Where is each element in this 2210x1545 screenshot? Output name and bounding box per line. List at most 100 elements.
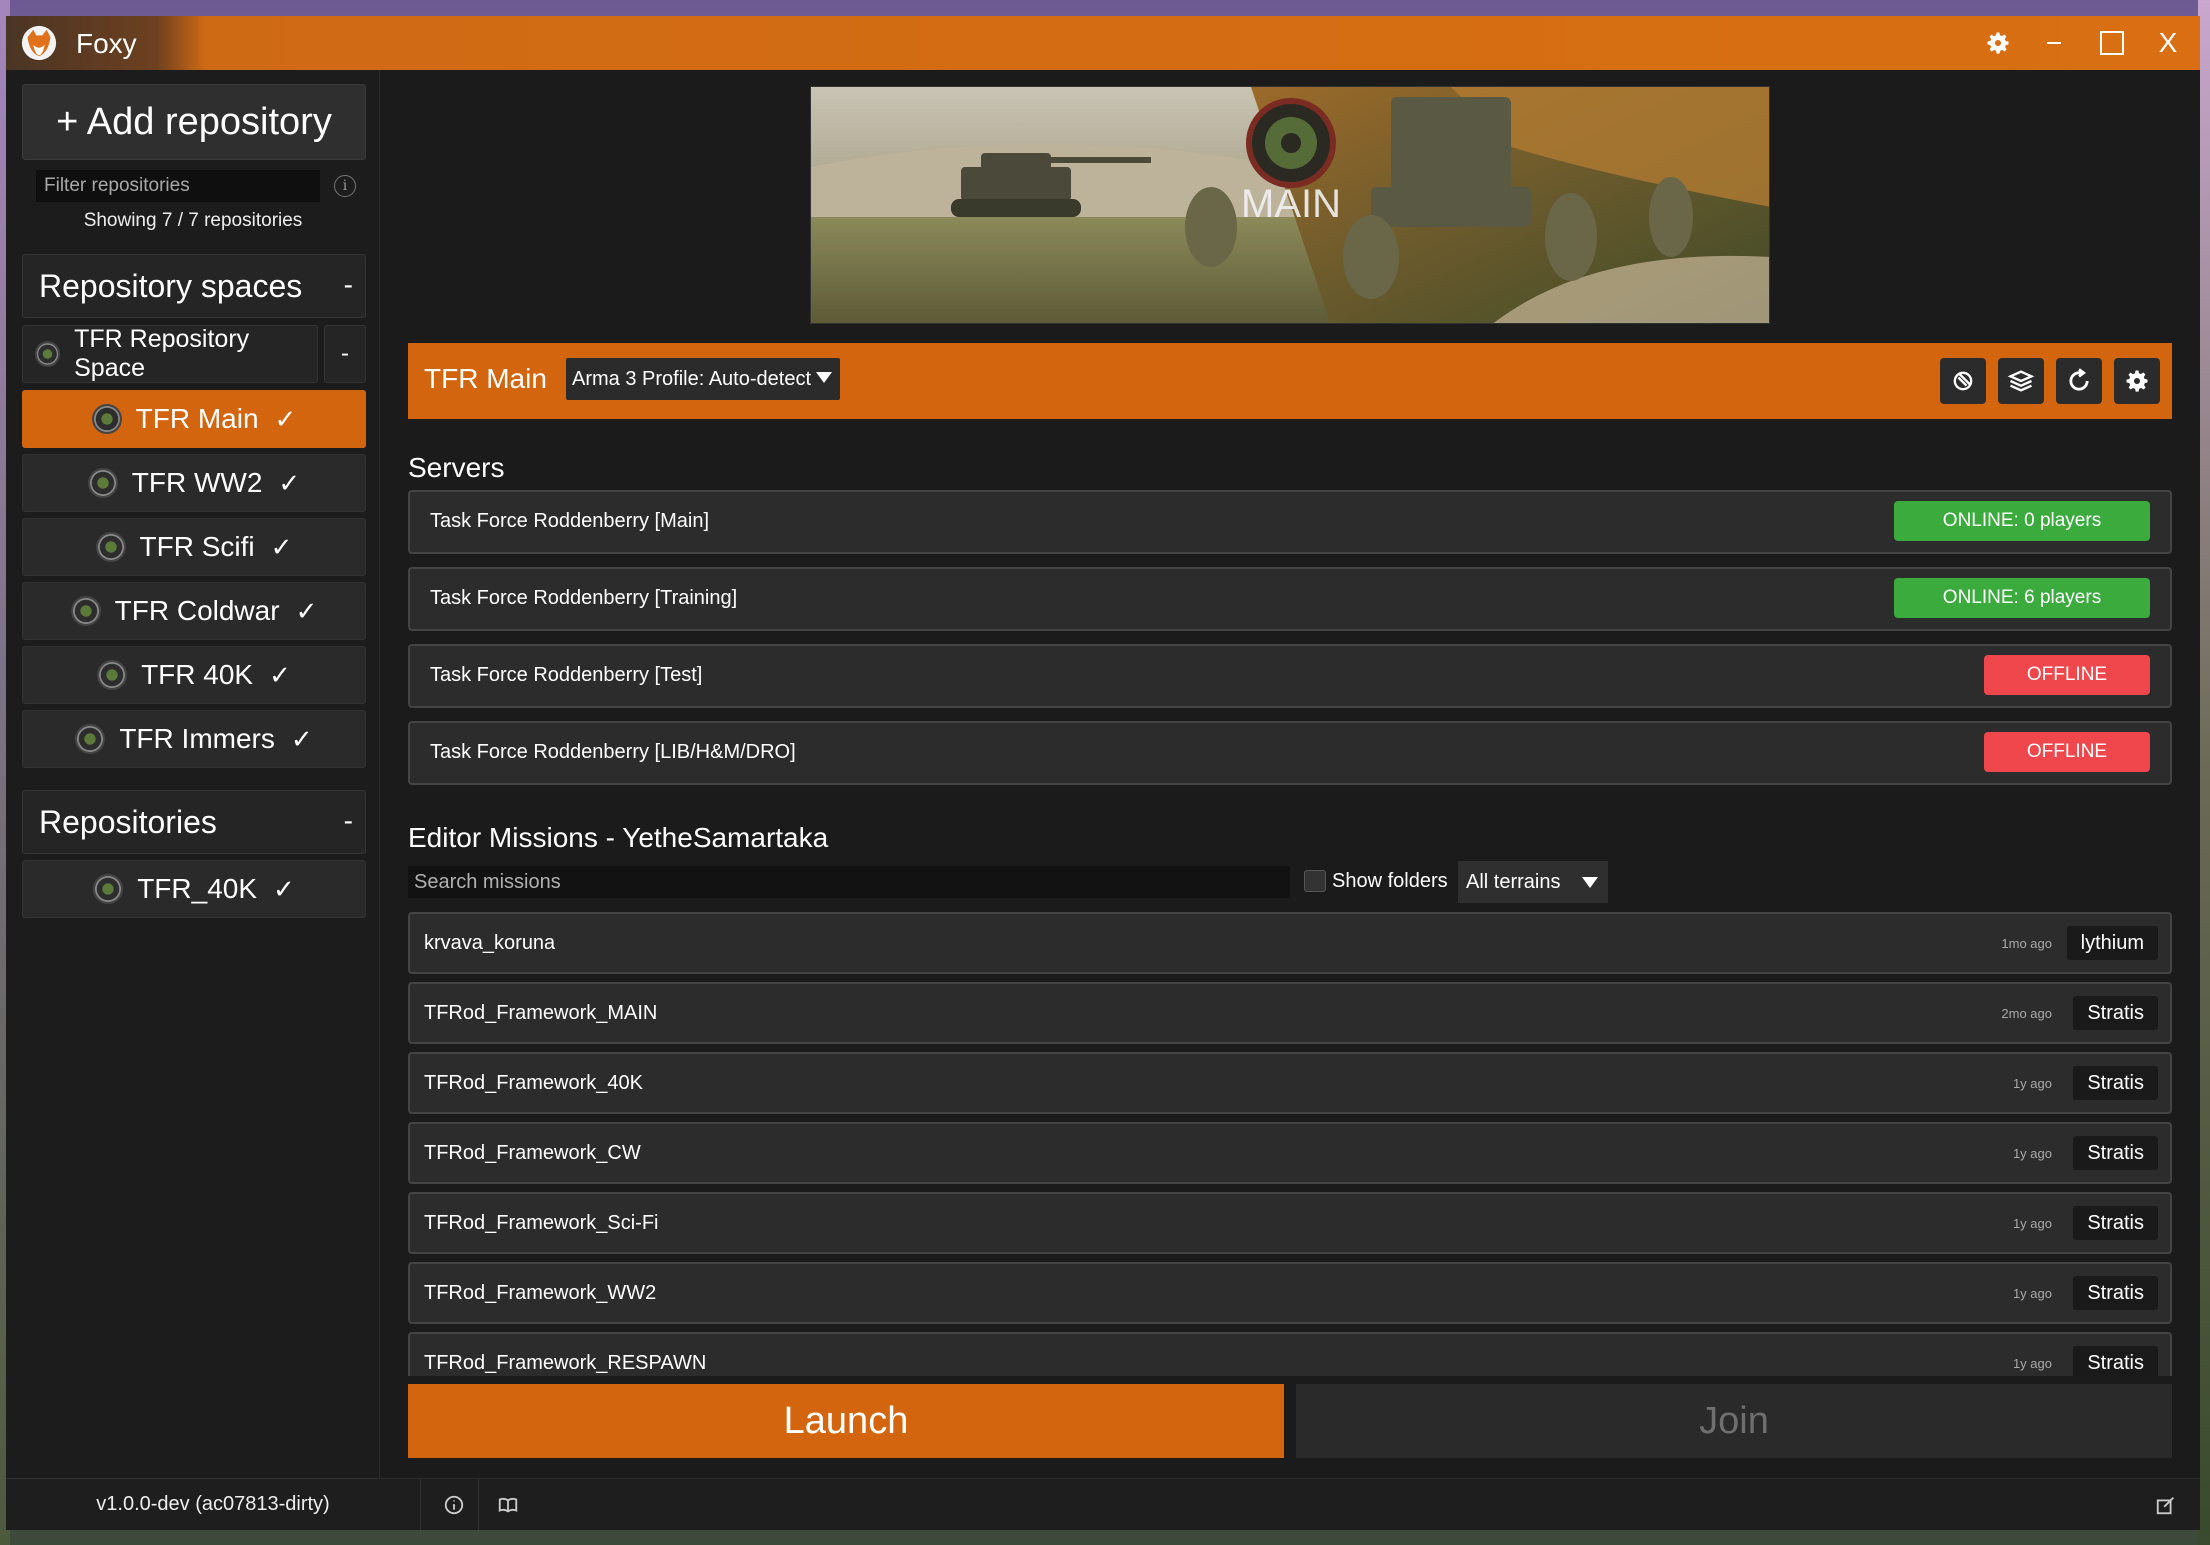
settings-gear-button[interactable] [1976, 22, 2020, 64]
repository-spaces-label: Repository spaces [39, 267, 303, 304]
repository-layers-button[interactable] [1998, 358, 2044, 404]
sidebar-item-tfr-40k-repo[interactable]: TFR_40K ✓ [22, 860, 366, 918]
server-row[interactable]: Task Force Roddenberry [LIB/H&M/DRO] OFF… [408, 721, 2172, 785]
tfr-badge-icon [70, 596, 101, 626]
check-icon: ✓ [270, 531, 293, 562]
minimize-button[interactable] [2032, 22, 2076, 64]
server-name: Task Force Roddenberry [Training] [430, 587, 738, 609]
gear-icon [2126, 370, 2148, 392]
mission-age: 1y ago [2012, 1286, 2052, 1301]
sidebar-item-tfr-coldwar[interactable]: TFR Coldwar ✓ [22, 582, 366, 640]
repositories-header[interactable]: Repositories - [22, 790, 366, 854]
search-missions-input[interactable] [408, 866, 1290, 898]
sidebar-item-tfr-main[interactable]: TFR Main ✓ [22, 390, 366, 448]
mission-name: TFRod_Framework_WW2 [424, 1282, 657, 1304]
check-icon: ✓ [269, 659, 291, 690]
terrain-badge: Stratis [2073, 1136, 2158, 1170]
server-row[interactable]: Task Force Roddenberry [Training] ONLINE… [408, 567, 2172, 631]
repository-count: Showing 7 / 7 repositories [83, 210, 303, 231]
repository-spaces-header[interactable]: Repository spaces - [22, 254, 366, 318]
maximize-button[interactable] [2090, 22, 2134, 64]
sidebar-item-tfr-immers[interactable]: TFR Immers ✓ [22, 710, 366, 768]
about-button[interactable] [442, 1493, 466, 1517]
show-folders-checkbox[interactable] [1304, 870, 1326, 892]
check-icon: ✓ [274, 403, 297, 434]
edit-icon [2156, 1497, 2174, 1515]
repository-space-label: TFR Repository Space [74, 325, 250, 382]
maximize-icon [2100, 31, 2124, 55]
refresh-button[interactable] [2056, 358, 2102, 404]
title-bar[interactable]: Foxy X [6, 16, 2200, 70]
terrain-badge: Stratis [2073, 1276, 2158, 1310]
footer-divider [478, 1479, 479, 1530]
mission-row[interactable]: TFRod_Framework_CW 1y ago Stratis [408, 1122, 2172, 1184]
edit-notes-button[interactable] [2154, 1493, 2178, 1517]
tfr-badge-icon [93, 874, 124, 904]
repository-space-item[interactable]: TFR Repository Space [22, 325, 318, 383]
servers-heading: Servers [408, 452, 505, 483]
mod-check-button[interactable] [1940, 358, 1986, 404]
tfr-badge-icon [97, 660, 128, 690]
mission-age: 1y ago [2012, 1076, 2052, 1091]
mission-name: TFRod_Framework_CW [424, 1142, 641, 1164]
join-button[interactable]: Join [1296, 1384, 2172, 1458]
sidebar: + Add repository i Showing 7 / 7 reposit… [6, 70, 380, 1478]
terrain-filter-select[interactable]: All terrains [1458, 861, 1608, 903]
server-status-badge: ONLINE: 6 players [1894, 578, 2150, 618]
collapse-repositories-button[interactable]: - [344, 805, 353, 837]
sidebar-item-tfr-40k[interactable]: TFR 40K ✓ [22, 646, 366, 704]
server-name: Task Force Roddenberry [Main] [430, 510, 710, 532]
repository-settings-button[interactable] [2114, 358, 2160, 404]
mission-row[interactable]: TFRod_Framework_MAIN 2mo ago Stratis [408, 982, 2172, 1044]
info-icon [444, 1495, 464, 1515]
check-icon: ✓ [290, 723, 313, 754]
server-row[interactable]: Task Force Roddenberry [Test] OFFLINE [408, 644, 2172, 708]
missions-list[interactable]: krvava_koruna 1mo ago lythium TFRod_Fram… [408, 912, 2172, 1376]
mission-age: 1y ago [2012, 1356, 2052, 1371]
footer-divider [420, 1479, 421, 1530]
repo-label: TFR_40K [137, 873, 258, 904]
mission-row[interactable]: TFRod_Framework_RESPAWN 1y ago Stratis [408, 1332, 2172, 1376]
mission-row[interactable]: krvava_koruna 1mo ago lythium [408, 912, 2172, 974]
check-icon: ✓ [295, 595, 318, 626]
mission-name: TFRod_Framework_40K [424, 1072, 643, 1094]
info-icon[interactable]: i [334, 175, 356, 197]
mission-age: 2mo ago [2001, 1006, 2052, 1021]
app-window: Foxy X + Add repository i Showing 7 / 7 … [6, 16, 2200, 1530]
fox-logo-icon [21, 25, 57, 61]
mission-row[interactable]: TFRod_Framework_Sci-Fi 1y ago Stratis [408, 1192, 2172, 1254]
dropdown-arrow-icon [1582, 877, 1598, 888]
version-label: v1.0.0-dev (ac07813-dirty) [96, 1493, 330, 1515]
missions-heading: Editor Missions - YetheSamartaka [408, 822, 829, 853]
layers-icon [2007, 370, 2035, 392]
server-status-badge: OFFLINE [1984, 732, 2150, 772]
terrain-badge: Stratis [2073, 1206, 2158, 1240]
satellite-icon [1953, 371, 1973, 391]
sidebar-item-tfr-ww2[interactable]: TFR WW2 ✓ [22, 454, 366, 512]
launch-button[interactable]: Launch [408, 1384, 1284, 1458]
close-button[interactable]: X [2146, 22, 2190, 64]
mission-row[interactable]: TFRod_Framework_WW2 1y ago Stratis [408, 1262, 2172, 1324]
refresh-icon [2069, 368, 2089, 391]
server-row[interactable]: Task Force Roddenberry [Main] ONLINE: 0 … [408, 490, 2172, 554]
space-badge-icon [35, 341, 61, 367]
server-name: Task Force Roddenberry [LIB/H&M/DRO] [430, 741, 796, 763]
repo-label: TFR WW2 [131, 467, 263, 498]
mission-name: TFRod_Framework_Sci-Fi [424, 1212, 659, 1234]
arma-profile-select[interactable]: Arma 3 Profile: Auto-detect [566, 358, 840, 400]
mission-row[interactable]: TFRod_Framework_40K 1y ago Stratis [408, 1052, 2172, 1114]
collapse-spaces-button[interactable]: - [344, 269, 353, 301]
open-logs-button[interactable] [496, 1493, 520, 1517]
sidebar-item-tfr-scifi[interactable]: TFR Scifi ✓ [22, 518, 366, 576]
selected-repository-name: TFR Main [424, 363, 547, 394]
repository-toolbar: TFR Main Arma 3 Profile: Auto-detect [408, 343, 2172, 419]
mission-name: TFRod_Framework_MAIN [424, 1002, 658, 1024]
terrain-badge: Stratis [2073, 996, 2158, 1030]
add-repository-button[interactable]: + Add repository [22, 84, 366, 160]
minimize-icon [2047, 42, 2061, 44]
server-status-badge: OFFLINE [1984, 655, 2150, 695]
collapse-space-button[interactable]: - [324, 325, 366, 383]
filter-repositories-input[interactable] [36, 170, 320, 202]
tfr-badge-icon [95, 532, 126, 562]
server-name: Task Force Roddenberry [Test] [430, 664, 703, 686]
